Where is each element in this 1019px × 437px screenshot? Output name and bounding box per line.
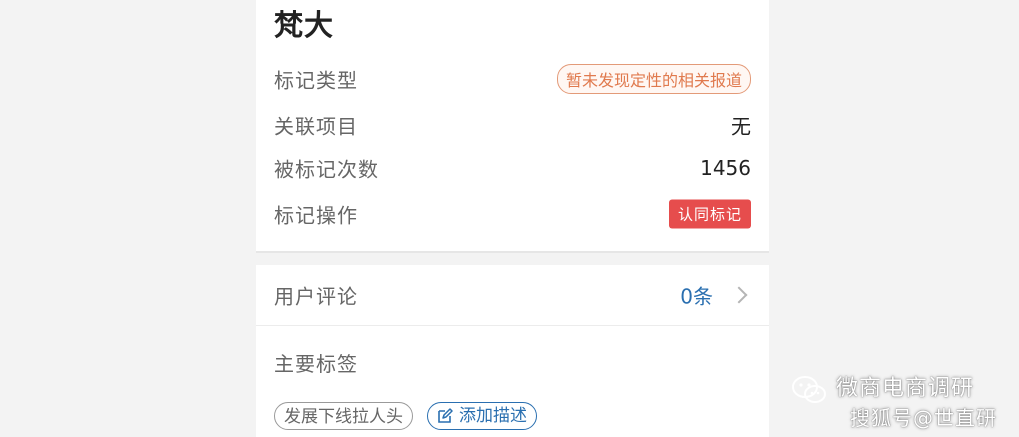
watermark: 微商电商调研 搜狐号@世直研 <box>790 368 1015 434</box>
main-tags-label: 主要标签 <box>274 352 358 376</box>
detail-label: 标记操作 <box>274 203 358 228</box>
comments-label: 用户评论 <box>274 284 358 309</box>
detail-row-mark-action: 标记操作 认同标记 <box>274 197 751 231</box>
comments-count: 0条 <box>680 284 713 309</box>
watermark-line1: 微商电商调研 <box>836 376 975 401</box>
edit-icon <box>438 408 453 423</box>
tag-chip: 发展下线拉人头 <box>274 402 413 430</box>
comments-tags-card: 用户评论 0条 主要标签 发展下线拉人头 添加描述 <box>256 265 769 437</box>
detail-label: 被标记次数 <box>274 157 379 182</box>
mark-type-badge: 暂未发现定性的相关报道 <box>556 64 751 94</box>
add-description-button[interactable]: 添加描述 <box>427 402 537 430</box>
mark-info-card: 梵大 标记类型 暂未发现定性的相关报道 关联项目 无 被标记次数 1456 标记… <box>256 0 769 251</box>
detail-value: 无 <box>731 114 751 139</box>
agree-mark-button[interactable]: 认同标记 <box>668 199 751 229</box>
detail-row-related-project: 关联项目 无 <box>274 108 751 142</box>
detail-row-mark-type: 标记类型 暂未发现定性的相关报道 <box>274 62 751 96</box>
detail-label: 标记类型 <box>274 68 358 93</box>
detail-label: 关联项目 <box>274 114 358 139</box>
watermark-line2: 搜狐号@世直研 <box>850 406 997 430</box>
chevron-right-icon <box>730 286 748 304</box>
detail-value: 1456 <box>700 156 751 180</box>
add-description-label: 添加描述 <box>459 406 527 426</box>
detail-row-mark-count: 被标记次数 1456 <box>274 151 751 185</box>
wechat-icon <box>792 376 826 403</box>
user-comments-row[interactable]: 用户评论 0条 <box>256 265 769 326</box>
page-title: 梵大 <box>274 8 335 42</box>
section-divider <box>256 251 769 253</box>
